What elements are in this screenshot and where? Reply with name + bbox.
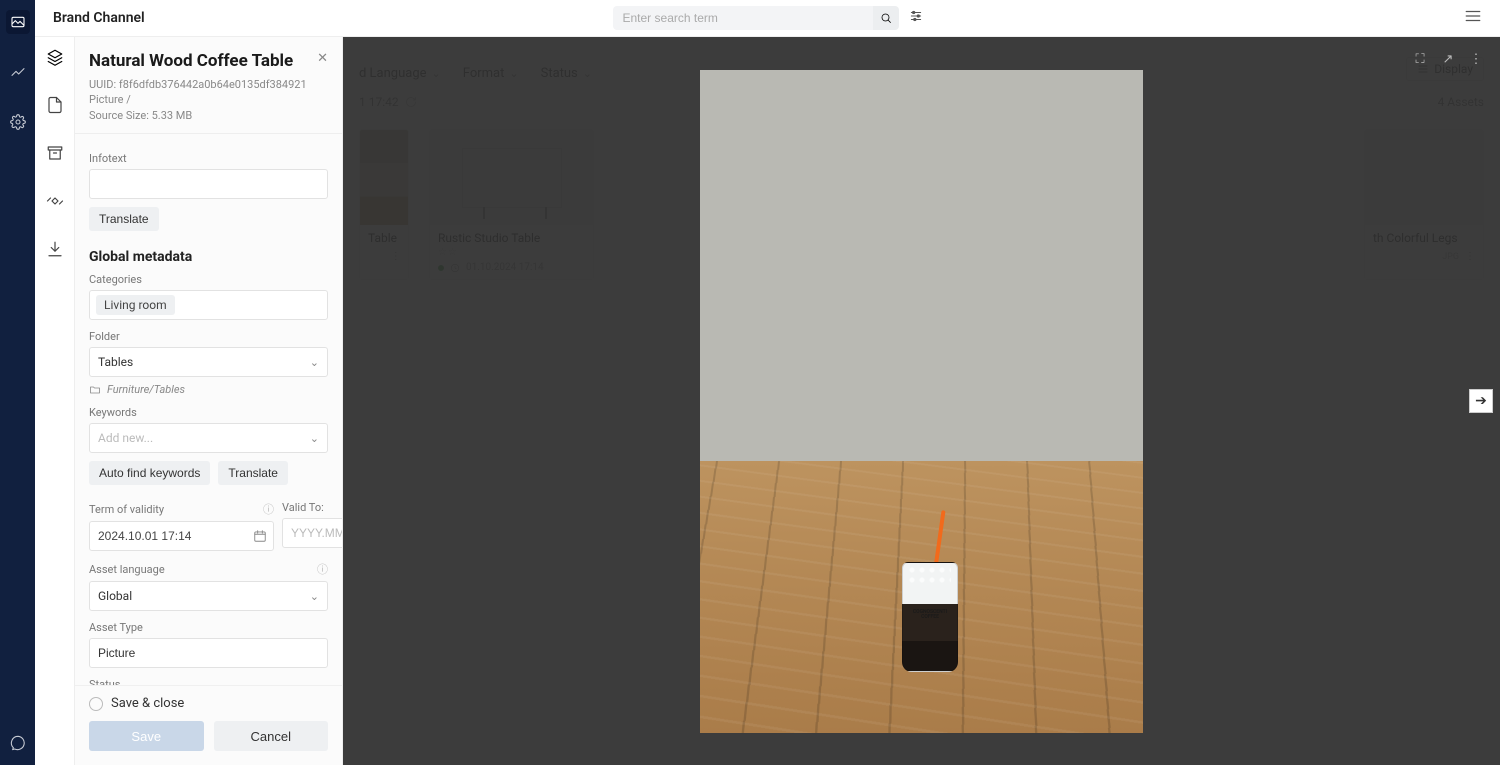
overlay-toolbar: ⛶ ↗ ⋮ xyxy=(1410,49,1486,69)
assetlang-value: Global xyxy=(98,589,132,603)
app-rail xyxy=(0,0,35,765)
calendar-icon xyxy=(253,529,267,543)
save-and-close-toggle[interactable]: Save & close xyxy=(89,696,328,711)
radio-icon xyxy=(89,697,103,711)
top-bar: Brand Channel xyxy=(35,0,1500,37)
info-icon[interactable]: ⓘ xyxy=(263,501,274,517)
asset-preview[interactable]: COGNOSCENTI COFFEE xyxy=(700,70,1143,733)
tool-document-icon[interactable] xyxy=(43,93,67,117)
search-wrap xyxy=(613,6,923,30)
folder-path-row: Furniture/Tables xyxy=(89,383,328,396)
save-button[interactable]: Save xyxy=(89,721,204,751)
search-icon xyxy=(880,12,892,24)
asset-type: Picture / xyxy=(89,92,328,107)
panel-scroll[interactable]: Infotext Translate Global metadata Categ… xyxy=(75,134,342,685)
validto-label: Valid To: xyxy=(282,501,342,514)
validity-input[interactable] xyxy=(89,521,274,551)
global-metadata-heading: Global metadata xyxy=(89,249,328,265)
folder-path: Furniture/Tables xyxy=(107,383,185,396)
categories-label: Categories xyxy=(89,273,328,286)
assetlang-select[interactable]: Global ⌄ xyxy=(89,581,328,611)
search-button[interactable] xyxy=(873,6,899,30)
asset-size: Source Size: 5.33 MB xyxy=(89,108,328,123)
panel-header: Natural Wood Coffee Table UUID: f8f6dfdb… xyxy=(75,37,342,134)
tool-rail xyxy=(35,37,75,765)
status-label: Status xyxy=(89,678,328,685)
assettype-input[interactable] xyxy=(89,638,328,668)
assetlang-label: Asset languageⓘ xyxy=(89,561,328,577)
folder-value: Tables xyxy=(98,355,133,369)
infotext-label: Infotext xyxy=(89,152,328,165)
auto-find-keywords-button[interactable]: Auto find keywords xyxy=(89,461,210,485)
metadata-panel: Natural Wood Coffee Table UUID: f8f6dfdb… xyxy=(75,37,343,765)
folder-label: Folder xyxy=(89,330,328,343)
glass-label: COGNOSCENTI COFFEE xyxy=(911,610,949,632)
validity-label: Term of validityⓘ xyxy=(89,501,274,517)
asset-title: Natural Wood Coffee Table xyxy=(89,51,328,71)
tool-link-icon[interactable] xyxy=(43,189,67,213)
cancel-button[interactable]: Cancel xyxy=(214,721,329,751)
translate-button[interactable]: Translate xyxy=(89,207,159,231)
tool-download-icon[interactable] xyxy=(43,237,67,261)
info-icon[interactable]: ⓘ xyxy=(317,561,328,577)
category-chip[interactable]: Living room xyxy=(96,295,175,315)
app-title: Brand Channel xyxy=(53,10,145,26)
panel-footer: Save & close Save Cancel xyxy=(75,685,342,765)
folder-select[interactable]: Tables ⌄ xyxy=(89,347,328,377)
advanced-search-icon[interactable] xyxy=(909,9,923,27)
fullscreen-icon[interactable]: ⛶ xyxy=(1410,49,1430,69)
share-icon[interactable]: ↗ xyxy=(1438,49,1458,69)
rail-settings-icon[interactable] xyxy=(6,110,30,134)
search-input[interactable] xyxy=(613,6,873,30)
rail-analytics-icon[interactable] xyxy=(6,60,30,84)
tool-archive-icon[interactable] xyxy=(43,141,67,165)
keywords-input[interactable]: Add new... ⌄ xyxy=(89,423,328,453)
rail-help-icon[interactable] xyxy=(6,731,30,755)
translate-keywords-button[interactable]: Translate xyxy=(218,461,288,485)
asset-uuid: UUID: f8f6dfdb376442a0b64e0135df384921 xyxy=(89,77,328,92)
validto-input[interactable] xyxy=(282,518,342,548)
tool-layers-icon[interactable] xyxy=(43,45,67,69)
categories-input[interactable]: Living room xyxy=(89,290,328,320)
infotext-input[interactable] xyxy=(89,169,328,199)
chevron-down-icon: ⌄ xyxy=(310,590,319,603)
preview-overlay: ⛶ ↗ ⋮ COGNOSCENTI COFFEE ➔ xyxy=(343,37,1500,765)
chevron-down-icon: ⌄ xyxy=(310,356,319,369)
menu-icon[interactable] xyxy=(1464,7,1482,29)
more-icon[interactable]: ⋮ xyxy=(1466,49,1486,69)
assettype-label: Asset Type xyxy=(89,621,328,634)
keywords-label: Keywords xyxy=(89,406,328,419)
keywords-placeholder: Add new... xyxy=(98,431,153,445)
rail-images-icon[interactable] xyxy=(6,10,30,34)
close-panel-button[interactable]: ✕ xyxy=(317,51,328,66)
next-asset-button[interactable]: ➔ xyxy=(1469,389,1493,413)
chevron-down-icon: ⌄ xyxy=(310,432,319,445)
folder-icon xyxy=(89,384,101,396)
